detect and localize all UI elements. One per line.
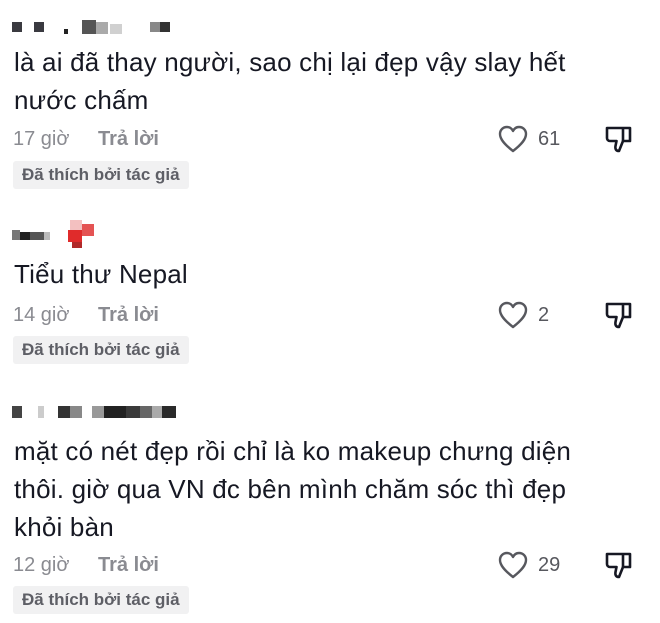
- dislike-button[interactable]: [603, 300, 635, 330]
- comment-text: là ai đã thay người, sao chị lại đẹp vậy…: [14, 47, 566, 115]
- comment-time: 14 giờ: [13, 304, 70, 326]
- heart-outline-icon: [498, 551, 528, 579]
- comment-text: Tiểu thư Nepal: [14, 259, 188, 289]
- liked-by-creator-badge: Đã thích bởi tác giả: [13, 586, 189, 614]
- username-redacted[interactable]: [12, 404, 232, 420]
- thumbs-down-outline-icon: [605, 126, 632, 153]
- username-redacted[interactable]: [12, 20, 232, 36]
- like-count: 2: [538, 304, 550, 326]
- comment-meta: 12 giờ Trả lời 29: [13, 550, 653, 580]
- username-redacted[interactable]: [12, 220, 232, 248]
- like-count: 61: [538, 128, 561, 150]
- comment-meta: 17 giờ Trả lời 61: [13, 124, 653, 154]
- heart-outline-icon: [498, 301, 528, 329]
- liked-by-creator-badge: Đã thích bởi tác giả: [13, 161, 189, 189]
- comment-time: 12 giờ: [13, 554, 70, 576]
- reply-button[interactable]: Trả lời: [98, 550, 159, 580]
- liked-by-creator-badge: Đã thích bởi tác giả: [13, 336, 189, 364]
- dislike-button[interactable]: [603, 550, 635, 580]
- reply-button[interactable]: Trả lời: [98, 124, 159, 154]
- thumbs-down-outline-icon: [605, 552, 632, 579]
- comment-text: mặt có nét đẹp rồi chỉ là ko makeup chưn…: [14, 436, 572, 542]
- thumbs-down-outline-icon: [605, 302, 632, 329]
- comment-meta: 14 giờ Trả lời 2: [13, 300, 653, 330]
- reply-button[interactable]: Trả lời: [98, 300, 159, 330]
- like-count: 29: [538, 554, 561, 576]
- dislike-button[interactable]: [603, 124, 635, 154]
- heart-outline-icon: [498, 125, 528, 153]
- comment-time: 17 giờ: [13, 128, 70, 150]
